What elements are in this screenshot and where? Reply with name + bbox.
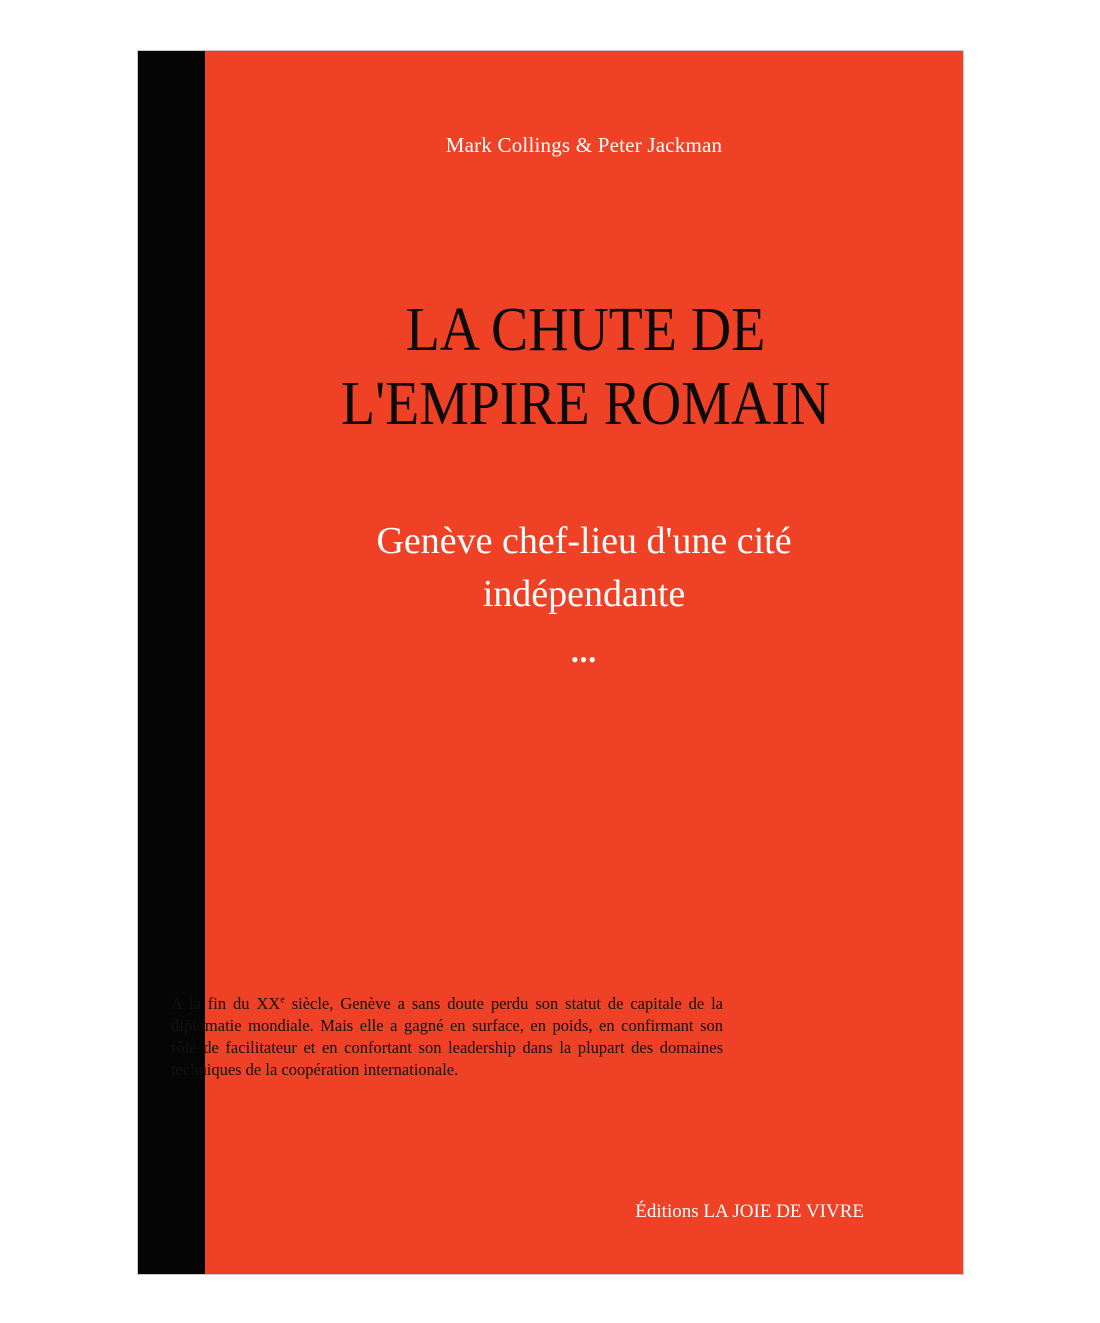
book-title: LA CHUTE DE L'EMPIRE ROMAIN xyxy=(244,293,926,441)
subtitle-line-2: indépendante xyxy=(482,573,686,615)
authors-line: Mark Collings & Peter Jackman xyxy=(445,133,723,157)
publisher-name: Éditions LA JOIE DE VIVRE xyxy=(635,1201,864,1222)
book-spine xyxy=(138,51,205,1274)
blurb-text-start: A la fin du XX xyxy=(171,994,281,1013)
ornament-dots: ••• xyxy=(570,647,598,672)
title-line-2: L'EMPIRE ROMAIN xyxy=(340,370,831,438)
subtitle-line-1: Genève chef-lieu d'une cité xyxy=(376,520,792,562)
title-line-1: LA CHUTE DE xyxy=(405,296,766,364)
back-blurb: A la fin du XXe siècle, Genève a sans do… xyxy=(171,993,723,1081)
book-cover: Mark Collings & Peter Jackman LA CHUTE D… xyxy=(137,50,964,1275)
book-subtitle: Genève chef-lieu d'une cité indépendante xyxy=(205,515,963,621)
